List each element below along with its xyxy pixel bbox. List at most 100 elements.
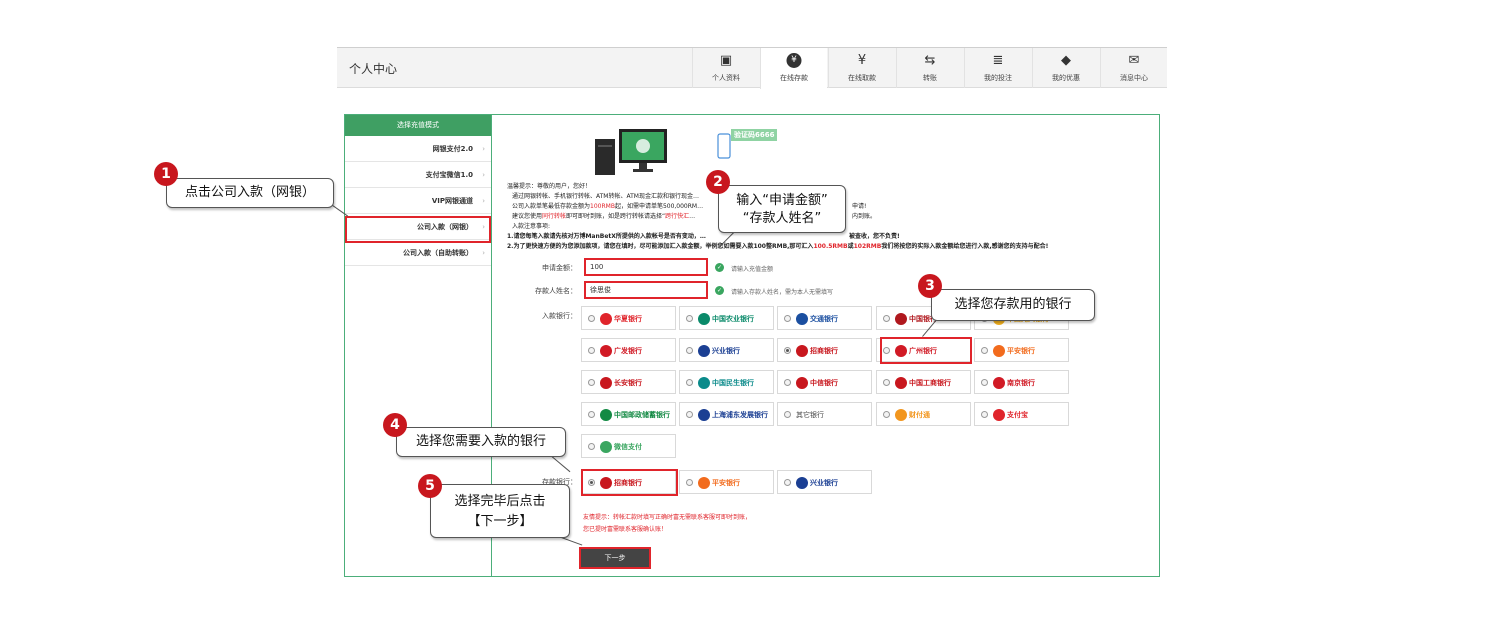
deposit-bank-option[interactable]: 长安银行 [581,370,676,394]
radio-button[interactable] [686,347,693,354]
tab-cash-out[interactable]: ¥ 在线取款 [828,48,895,88]
deposit-bank-option[interactable]: 南京银行 [974,370,1069,394]
tab-yen-coin[interactable]: ¥ 在线存款 [760,48,827,89]
bank-logo-icon [600,377,612,389]
radio-button[interactable] [883,379,890,386]
bank-logo-icon [895,409,907,421]
tab-label: 在线存款 [780,74,808,82]
radio-button[interactable] [784,411,791,418]
bank-name: 中国工商银行 [909,379,951,387]
callout-5-line-1: 选择完毕后点击 [454,494,546,509]
notes-line: 申请! [852,203,867,210]
callout-5-line-2: 【下一步】 [467,514,533,529]
radio-button[interactable] [784,379,791,386]
highlight-name [584,281,708,299]
radio-button[interactable] [981,347,988,354]
sidebar-item-netbank-2[interactable]: 网银支付2.0 › [345,136,491,162]
page-title: 个人中心 [349,62,398,76]
notes-fast-transfer: 跨行快汇 [665,213,690,220]
notes-line: 被查收，您不负责! [849,233,900,240]
receive-bank-option[interactable]: 平安银行 [679,470,774,494]
callout-2: 输入“申请金额” “存款人姓名” [718,185,846,233]
tag-icon: ◆ [1061,53,1071,68]
deposit-bank-option[interactable]: 平安银行 [974,338,1069,362]
radio-button[interactable] [981,411,988,418]
deposit-bank-option[interactable]: 广发银行 [581,338,676,362]
bank-logo-icon [698,377,710,389]
tab-transfer-arrows[interactable]: ⇆ 转账 [896,48,963,88]
bank-name: 交通银行 [810,315,838,323]
warning-text-2: 您已提时富需联系客服确认账！ [583,526,668,533]
radio-button[interactable] [588,347,595,354]
depositor-name-label: 存款人姓名： [535,287,577,295]
bank-name: 南京银行 [1007,379,1035,387]
computer-illustration [595,129,667,175]
sidebar-item-alipay-wechat[interactable]: 支付宝微信1.0 › [345,162,491,188]
amount-hint: 请输入充值金额 [731,266,774,273]
radio-button[interactable] [784,315,791,322]
radio-button[interactable] [883,411,890,418]
bank-logo-icon [993,377,1005,389]
bank-name: 华夏银行 [614,315,642,323]
step-badge-2: 2 [706,170,730,194]
bank-logo-icon [993,409,1005,421]
callout-3: 选择您存款用的银行 [931,289,1095,321]
callout-2-line-2: “存款人姓名” [742,211,822,226]
radio-button[interactable] [588,411,595,418]
depositor-name-hint: 请输入存款人姓名，需为本人无需填写 [731,289,834,296]
tab-id-card[interactable]: ▣ 个人资料 [692,48,759,88]
notes-line: 建议您使用 [512,213,543,220]
bank-logo-icon [600,345,612,357]
bank-name: 中国邮政储蓄银行 [614,411,670,419]
sidebar-item-vip-netbank[interactable]: VIP网银通道 › [345,188,491,214]
deposit-bank-option[interactable]: 支付宝 [974,402,1069,426]
deposit-bank-option[interactable]: 交通银行 [777,306,872,330]
deposit-bank-option[interactable]: 财付通 [876,402,971,426]
radio-button[interactable] [981,379,988,386]
tab-bet-list[interactable]: ≣ 我的投注 [964,48,1031,88]
bank-logo-icon [600,313,612,325]
radio-button[interactable] [686,411,693,418]
radio-button[interactable] [588,443,595,450]
tab-envelope[interactable]: ✉ 消息中心 [1100,48,1167,88]
radio-button[interactable] [686,479,693,486]
deposit-bank-option[interactable]: 中国民生银行 [679,370,774,394]
callout-5: 选择完毕后点击 【下一步】 [430,484,570,538]
bank-name: 平安银行 [712,479,740,487]
deposit-bank-option[interactable]: 上海浦东发展银行 [679,402,774,426]
radio-button[interactable] [588,379,595,386]
receive-bank-option[interactable]: 兴业银行 [777,470,872,494]
bank-logo-icon [600,409,612,421]
bank-name: 中信银行 [810,379,838,387]
deposit-bank-option[interactable]: 招商银行 [777,338,872,362]
radio-button[interactable] [588,315,595,322]
deposit-bank-option[interactable]: 兴业银行 [679,338,774,362]
radio-button[interactable] [686,379,693,386]
deposit-bank-option[interactable]: 中国农业银行 [679,306,774,330]
radio-button[interactable] [883,315,890,322]
callout-4-text: 选择您需要入款的银行 [415,434,546,449]
deposit-bank-option[interactable]: 中国邮政储蓄银行 [581,402,676,426]
tab-tag[interactable]: ◆ 我的优惠 [1032,48,1099,88]
deposit-bank-option[interactable]: 中信银行 [777,370,872,394]
radio-button[interactable] [784,347,791,354]
envelope-icon: ✉ [1128,53,1140,68]
radio-button[interactable] [686,315,693,322]
next-step-button[interactable]: 下一步 [579,547,651,569]
tab-label: 个人资料 [712,74,740,82]
deposit-bank-option[interactable]: 其它银行 [777,402,872,426]
bank-logo-icon [993,345,1005,357]
radio-button[interactable] [784,479,791,486]
deposit-bank-option[interactable]: 中国工商银行 [876,370,971,394]
notes-line: 起，如需申请单笔500,000RM… [614,203,704,210]
deposit-bank-option[interactable]: 微信支付 [581,434,676,458]
deposit-bank-option[interactable]: 华夏银行 [581,306,676,330]
step-badge-4: 4 [383,413,407,437]
sidebar-heading: 选择充值模式 [345,115,491,136]
chevron-right-icon: › [482,145,485,153]
highlight-receive-bank [581,469,678,496]
tab-label: 在线取款 [848,74,876,82]
sidebar-item-company-self-transfer[interactable]: 公司入款（自助转账） › [345,240,491,266]
notes-amount-example: 100.5RMB [813,243,848,250]
callout-4: 选择您需要入款的银行 [396,427,566,457]
